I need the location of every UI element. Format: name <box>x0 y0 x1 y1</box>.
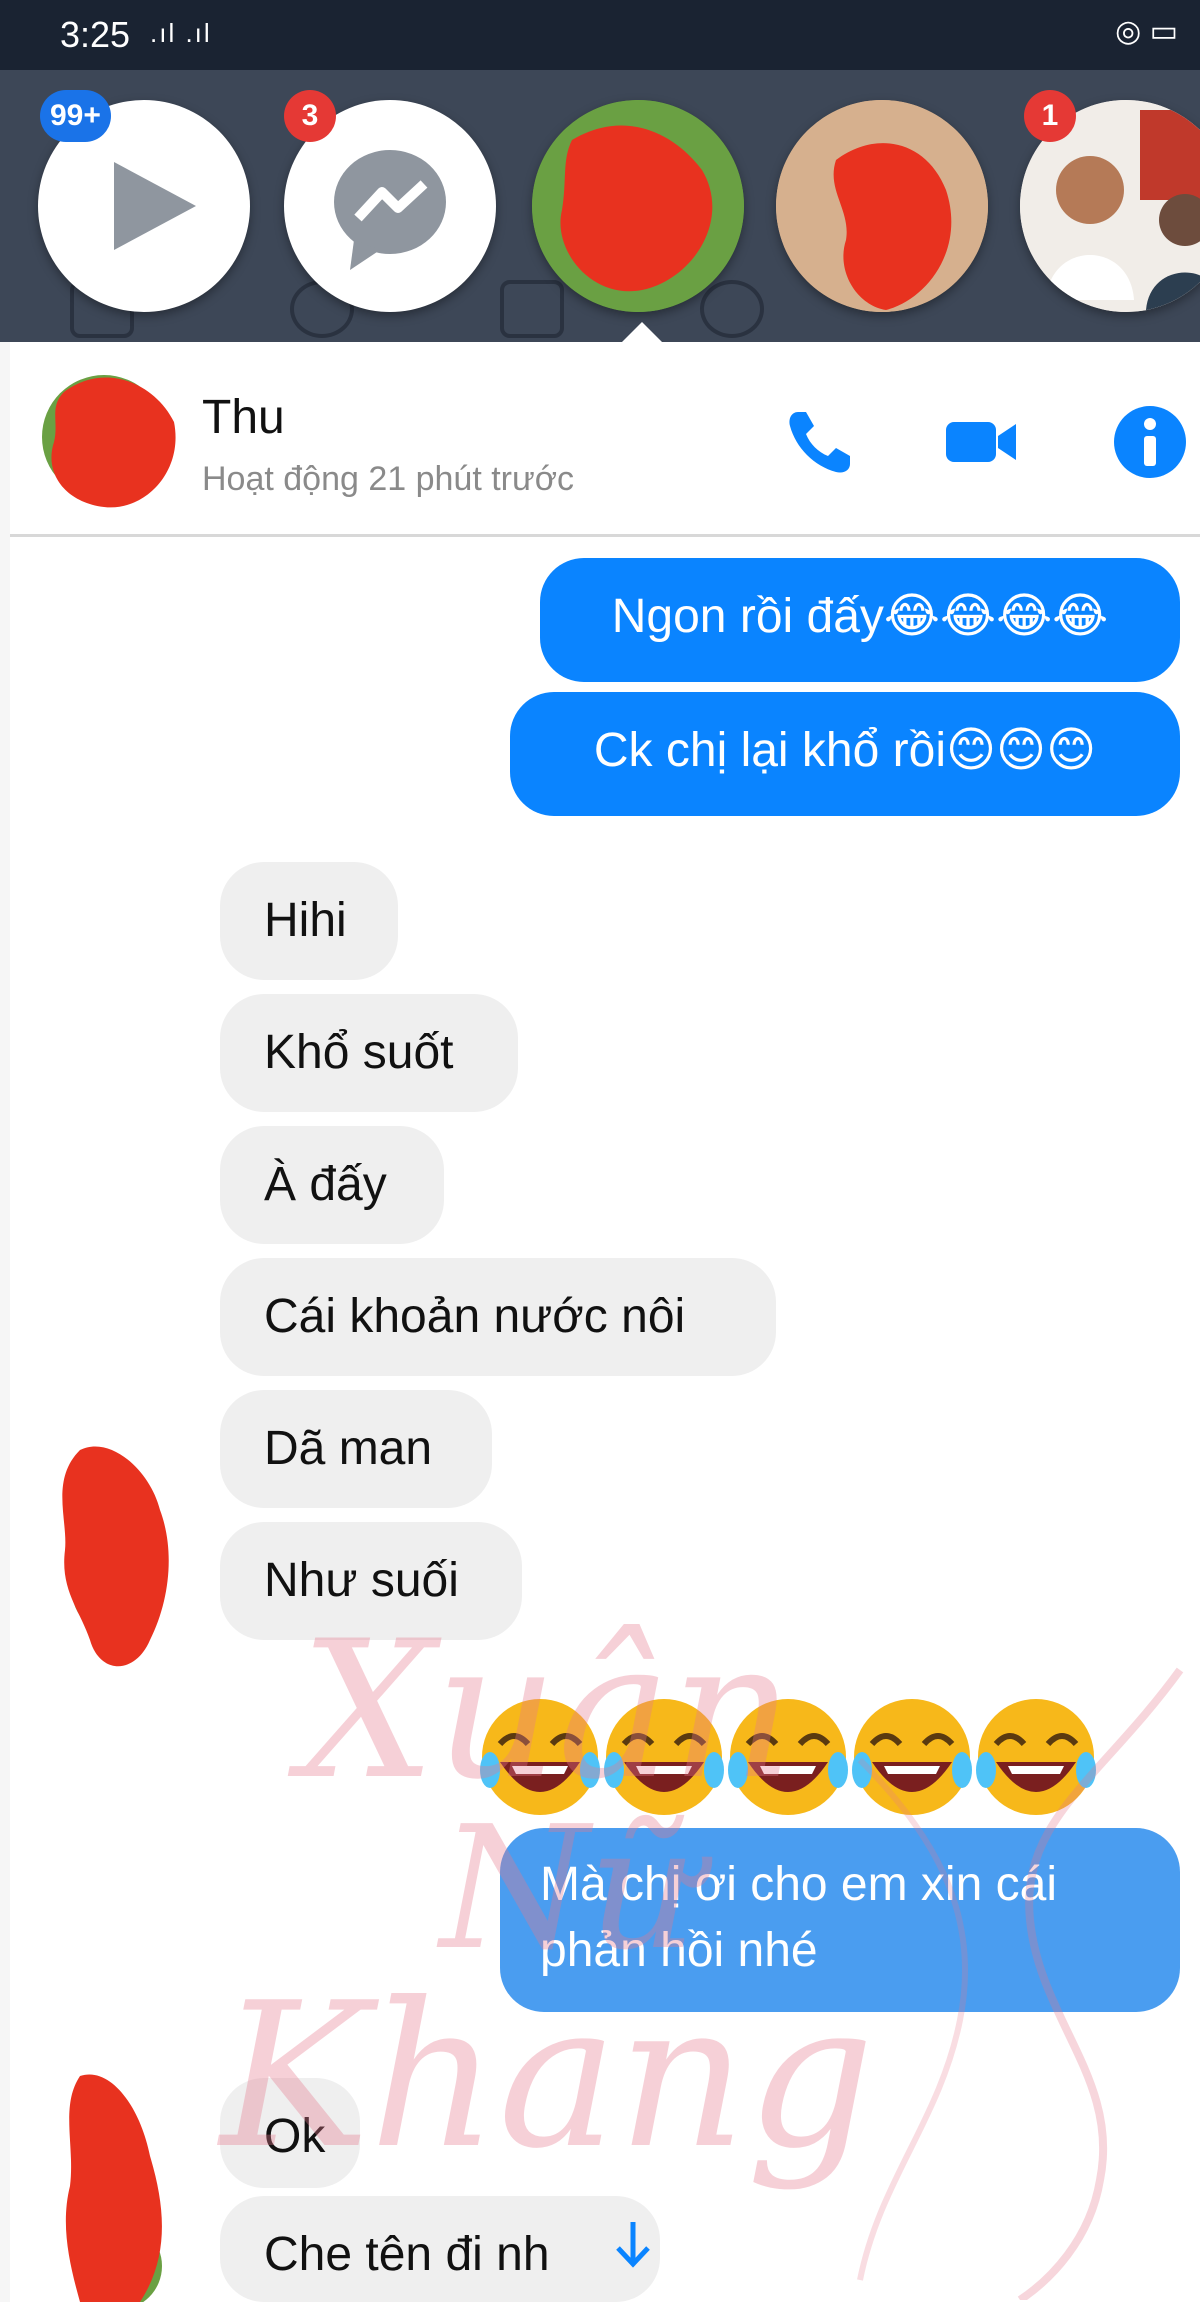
chat-head-contact[interactable] <box>776 100 988 312</box>
message-text: Ngon rồi đấy😂😂😂😂 <box>611 590 1109 643</box>
chat-head-contact[interactable] <box>532 100 744 312</box>
redacted-avatar-icon <box>532 100 744 312</box>
panel-pointer <box>620 322 664 344</box>
message-outgoing[interactable]: Ngon rồi đấy😂😂😂😂 <box>540 558 1180 682</box>
message-text-line: Mà chị ơi cho em xin cái <box>540 1858 1057 1911</box>
status-bar: 3:25 .ıl .ıl ◎ ▭ <box>0 0 1200 70</box>
contact-name: Thu <box>202 391 285 444</box>
message-text: Ck chị lại khổ rồi😊😊😊 <box>593 724 1097 777</box>
redacted-avatar-icon <box>776 100 988 312</box>
message-text: Hihi <box>264 894 347 947</box>
message-text: Ok <box>264 2110 326 2163</box>
message-incoming[interactable]: Dã man <box>220 1390 492 1508</box>
badge-count: 1 <box>1024 90 1076 142</box>
contact-avatar[interactable] <box>34 362 184 512</box>
message-outgoing[interactable]: Mà chị ơi cho em xin cái phản hồi nhé <box>500 1828 1180 2012</box>
signal-icon: .ıl .ıl <box>150 18 212 48</box>
message-emoji[interactable] <box>478 1692 1198 1822</box>
sender-avatar[interactable] <box>40 1440 190 1680</box>
message-incoming[interactable]: Như suối <box>220 1522 522 1640</box>
video-icon[interactable] <box>940 402 1020 482</box>
info-icon[interactable] <box>1110 402 1190 482</box>
message-outgoing[interactable]: Ck chị lại khổ rồi😊😊😊 <box>510 692 1180 816</box>
laughing-emoji-icon <box>480 1692 1198 1822</box>
phone-icon[interactable] <box>780 402 860 482</box>
contact-status: Hoạt động 21 phút trước <box>202 460 575 498</box>
message-incoming[interactable]: Hihi <box>220 862 398 980</box>
message-text-line: phản hồi nhé <box>540 1924 818 1977</box>
message-text: Như suối <box>264 1554 459 1607</box>
battery-icon: ◎ ▭ <box>1115 15 1178 48</box>
message-incoming[interactable]: Ok <box>220 2078 360 2188</box>
message-text: Dã man <box>264 1422 433 1475</box>
badge-count: 3 <box>284 90 336 142</box>
message-text: À đấy <box>264 1158 387 1211</box>
message-text: Che tên đi nh <box>264 2228 550 2281</box>
sender-avatar[interactable] <box>40 2066 190 2302</box>
badge-count: 99+ <box>40 90 111 142</box>
tab-watch-icon <box>500 280 564 338</box>
tab-profile-icon <box>700 280 764 338</box>
scroll-down-arrow-icon[interactable] <box>610 2216 656 2272</box>
clock: 3:25 <box>60 14 131 55</box>
message-incoming[interactable]: Che tên đi nh <box>220 2196 660 2302</box>
chat-header: Thu Hoạt động 21 phút trước <box>10 342 1200 537</box>
message-incoming[interactable]: Cái khoản nước nôi <box>220 1258 776 1376</box>
message-text: Cái khoản nước nôi <box>264 1290 686 1343</box>
message-incoming[interactable]: Khổ suốt <box>220 994 518 1112</box>
message-incoming[interactable]: À đấy <box>220 1126 444 1244</box>
message-text: Khổ suốt <box>264 1026 454 1079</box>
